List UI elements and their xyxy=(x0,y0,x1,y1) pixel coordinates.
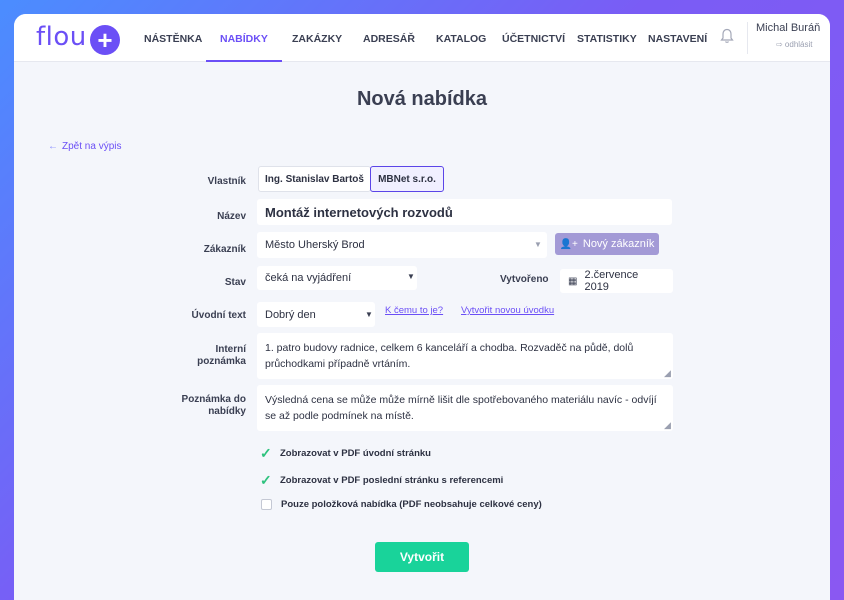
offer-note-label-line2: nabídky xyxy=(208,406,246,417)
check-icon: ✓ xyxy=(260,445,272,461)
name-input[interactable]: Montáž internetových rozvodů xyxy=(257,199,672,225)
new-intro-link[interactable]: Vytvořit novou úvodku xyxy=(461,305,554,316)
add-user-icon: 👤+ xyxy=(559,238,578,250)
nav-item-nabidky[interactable]: NABÍDKY xyxy=(206,14,282,62)
intro-label: Úvodní text xyxy=(191,310,246,321)
arrow-left-icon: ← xyxy=(48,141,58,152)
customer-label: Zákazník xyxy=(203,244,246,255)
bell-icon[interactable] xyxy=(720,28,734,44)
resize-handle-icon[interactable]: ◢ xyxy=(664,420,671,431)
created-date-value: 2.července 2019 xyxy=(584,269,639,293)
new-customer-button[interactable]: 👤+ Nový zákazník xyxy=(555,233,659,255)
chevron-down-icon: ▼ xyxy=(365,310,373,319)
checkbox-unchecked[interactable] xyxy=(261,499,272,510)
name-label: Název xyxy=(217,211,246,222)
calendar-icon: ▦ xyxy=(568,275,578,287)
logout-link[interactable]: ⇨ odhlásit xyxy=(776,40,813,49)
offer-note-label-line1: Poznámka do xyxy=(181,394,246,405)
owner-option-person[interactable]: Ing. Stanislav Bartoš xyxy=(258,166,371,192)
nav-item-adresar[interactable]: ADRESÁŘ xyxy=(363,14,415,62)
status-select[interactable]: čeká na vyjádření xyxy=(257,266,417,290)
internal-note-label: Interní poznámka xyxy=(126,344,246,368)
back-link[interactable]: ← Zpět na výpis xyxy=(48,141,121,152)
internal-note-label-line1: Interní xyxy=(215,344,246,355)
add-icon[interactable]: + xyxy=(90,25,120,55)
nav-item-statistiky[interactable]: STATISTIKY xyxy=(577,14,637,62)
checkbox-items-only[interactable]: Pouze položková nabídka (PDF neobsahuje … xyxy=(260,499,542,510)
check-icon: ✓ xyxy=(260,472,272,488)
nav-item-nastenka[interactable]: NÁSTĚNKA xyxy=(144,14,202,62)
nav-item-katalog[interactable]: KATALOG xyxy=(436,14,486,62)
page-title: Nová nabídka xyxy=(356,88,488,110)
intro-value: Dobrý den xyxy=(265,308,316,321)
create-button[interactable]: Vytvořit xyxy=(375,542,469,572)
back-link-label: Zpět na výpis xyxy=(62,141,122,152)
checkbox-label: Pouze položková nabídka (PDF neobsahuje … xyxy=(281,499,542,510)
checkbox-label: Zobrazovat v PDF poslední stránku s refe… xyxy=(280,475,504,486)
customer-value: Město Uherský Brod xyxy=(265,239,365,251)
chevron-down-icon: ▼ xyxy=(534,240,542,249)
new-customer-label: Nový zákazník xyxy=(582,238,655,250)
checkbox-pdf-references-page[interactable]: ✓ Zobrazovat v PDF poslední stránku s re… xyxy=(260,472,503,489)
internal-note-textarea[interactable]: 1. patro budovy radnice, celkem 6 kancel… xyxy=(257,333,673,379)
intro-select[interactable]: Dobrý den xyxy=(257,302,375,327)
nav-item-ucetnictvi[interactable]: ÚČETNICTVÍ xyxy=(502,14,565,62)
nav-item-nastaveni[interactable]: NASTAVENÍ xyxy=(648,14,707,62)
offer-note-textarea[interactable]: Výsledná cena se může může mírně lišit d… xyxy=(257,385,673,431)
checkbox-pdf-intro-page[interactable]: ✓ Zobrazovat v PDF úvodní stránku xyxy=(260,445,431,462)
user-name[interactable]: Michal Buráň xyxy=(756,22,820,34)
help-link[interactable]: K čemu to je? xyxy=(385,305,443,316)
app-window: flou + NÁSTĚNKA NABÍDKY ZAKÁZKY ADRESÁŘ … xyxy=(14,14,830,600)
top-bar: flou + NÁSTĚNKA NABÍDKY ZAKÁZKY ADRESÁŘ … xyxy=(14,14,830,62)
created-label: Vytvořeno xyxy=(500,274,549,285)
owner-label: Vlastník xyxy=(207,176,246,187)
internal-note-label-line2: poznámka xyxy=(197,356,246,367)
status-label: Stav xyxy=(224,277,246,288)
logo[interactable]: flou xyxy=(36,22,87,52)
created-date-field[interactable]: ▦ 2.července 2019 xyxy=(560,269,673,293)
checkbox-label: Zobrazovat v PDF úvodní stránku xyxy=(280,448,431,459)
chevron-down-icon: ▼ xyxy=(407,272,415,281)
nav-item-zakazky[interactable]: ZAKÁZKY xyxy=(292,14,342,62)
customer-select[interactable]: Město Uherský Brod xyxy=(257,232,547,258)
resize-handle-icon[interactable]: ◢ xyxy=(664,368,671,379)
owner-option-company[interactable]: MBNet s.r.o. xyxy=(370,166,444,192)
offer-note-label: Poznámka do nabídky xyxy=(126,394,246,418)
divider xyxy=(747,22,748,54)
status-value: čeká na vyjádření xyxy=(265,272,352,284)
